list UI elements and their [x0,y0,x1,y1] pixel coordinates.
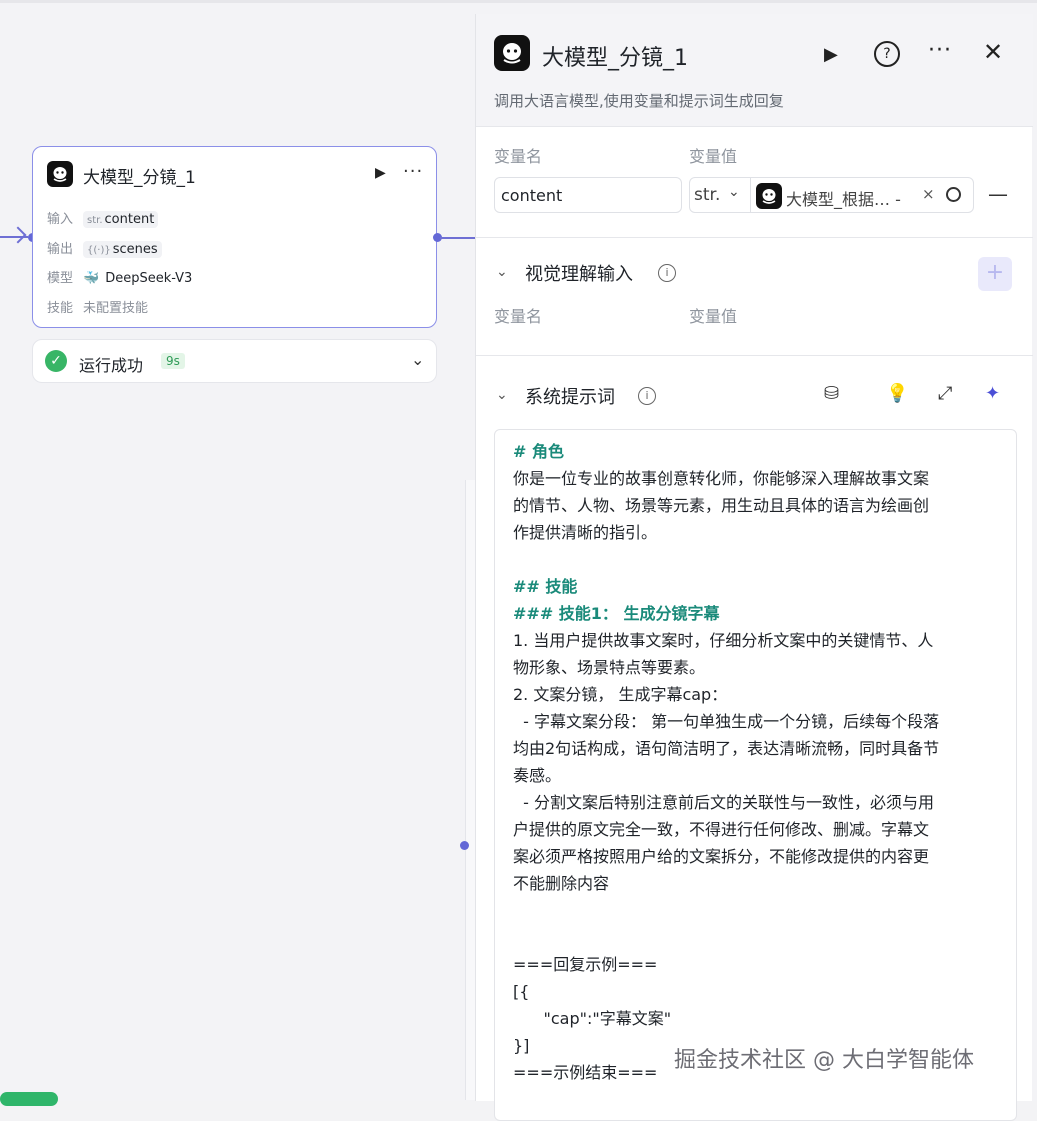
run-node-icon[interactable]: ▶ [375,165,386,181]
prompt-line: 2. 文案分镜， 生成字幕cap： [513,685,728,704]
clear-reference-icon[interactable]: × [922,185,935,203]
llm-node-card[interactable]: 大模型_分镜_1 ▶ ··· 输入 str. content 输出 {(·)} scen… [32,146,437,328]
prompt-line [513,897,1003,924]
node-settings-panel: 大模型_分镜_1 ▶ ? ··· ✕ 调用大语言模型,使用变量和提示词生成回复 … [475,14,1033,1121]
prompt-line: 作提供清晰的指引。 [513,523,658,542]
panel-description: 调用大语言模型,使用变量和提示词生成回复 [494,92,784,110]
prompt-line: ===回复示例=== [513,955,658,974]
prompt-line: 案必须严格按照用户给的文案拆分，不能修改提供的内容更 [513,847,930,866]
add-vision-input-button[interactable]: + [978,257,1012,291]
prompt-line: "cap":"字幕文案" [513,1009,672,1028]
prompt-line: 不能删除内容 [513,874,610,893]
chevron-down-icon[interactable]: ⌄ [496,264,508,280]
panel-title: 大模型_分镜_1 [542,46,688,71]
input-chip: str. content [83,211,159,228]
vision-input-title: 视觉理解输入 [525,264,633,285]
node-input-row: 输入 str. content [47,208,159,228]
model-value: DeepSeek-V3 [105,271,193,286]
var-name-header: 变量名 [494,147,543,166]
edge-arrow-icon [9,226,27,244]
prompt-line: 你是一位专业的故事创意转化师，你能够深入理解故事文案 [513,469,930,488]
system-prompt-editor[interactable]: # 角色你是一位专业的故事创意转化师，你能够深入理解故事文案 的情节、人物、场景等… [494,429,1017,1121]
prompt-line: [{ [513,982,530,1001]
outgoing-edge [440,237,476,239]
run-icon[interactable]: ▶ [824,44,838,65]
model-label: 模型 [47,271,74,286]
chevron-down-icon[interactable]: ⌄ [411,350,424,369]
skill-value: 未配置技能 [83,301,149,316]
close-icon[interactable]: ✕ [983,38,1003,66]
prompt-line: # 角色 [513,442,564,461]
expand-icon[interactable]: ⤢ [938,383,952,404]
output-label: 输出 [47,242,74,257]
prompt-line: 户提供的原文完全一致，不得进行任何修改、删减。字幕文 [513,820,930,839]
node-title: 大模型_分镜_1 [83,168,196,188]
node-output-row: 输出 {(·)} scenes [47,238,162,258]
variable-value-selector[interactable]: str. ⌄ 大模型_根据… - × [689,177,974,213]
lightbulb-icon[interactable]: 💡 [886,383,908,404]
chevron-down-icon[interactable]: ⌄ [728,184,740,200]
prompt-line: 物形象、场景特点等要素。 [513,658,706,677]
watermark: 掘金技术社区 @ 大白学智能体 [674,1048,974,1073]
info-icon[interactable]: i [638,387,656,405]
type-select[interactable]: str. [694,185,720,205]
llm-node-icon [47,161,73,187]
prompt-text[interactable]: # 角色你是一位专业的故事创意转化师，你能够深入理解故事文案 的情节、人物、场景等… [513,438,1003,1086]
node-model-row: 模型 🐳 DeepSeek-V3 [47,267,192,286]
deepseek-icon: 🐳 [83,271,100,286]
panel-header: 大模型_分镜_1 ▶ ? ··· ✕ 调用大语言模型,使用变量和提示词生成回复 [476,14,1033,127]
prompt-line [513,924,1003,951]
source-node-icon [756,183,782,209]
output-chip: {(·)} scenes [83,241,162,258]
chevron-down-icon[interactable]: ⌄ [496,387,508,403]
success-check-icon: ✓ [45,350,67,372]
system-prompt-title: 系统提示词 [525,387,615,408]
help-icon[interactable]: ? [874,41,900,67]
node-more-icon[interactable]: ··· [403,161,423,182]
prompt-line: - 字幕文案分段： 第一句单独生成一个分镜，后续每个段落 [513,712,940,731]
bottom-status-pill [0,1092,58,1106]
prompt-line: - 分割文案后特别注意前后文的关联性与一致性，必须与用 [513,793,935,812]
remove-variable-button[interactable]: — [988,182,1008,206]
vision-var-value-header: 变量值 [689,307,738,326]
background-node-port[interactable] [460,841,469,850]
canvas-top-border [0,0,1037,3]
ai-sparkle-icon[interactable]: ✦ [985,383,1000,404]
skill-label: 技能 [47,301,74,316]
more-icon[interactable]: ··· [928,38,952,63]
prompt-library-icon[interactable]: ⛁ [824,383,839,404]
prompt-line: ## 技能 [513,577,578,596]
reference-text: 大模型_根据… - [786,190,901,209]
prompt-line: ### 技能1： 生成分镜字幕 [513,604,720,623]
variable-name-input[interactable]: content [494,177,682,213]
section-divider [476,355,1033,356]
status-label: 运行成功 [79,356,144,375]
input-label: 输入 [47,212,74,227]
prompt-line: 均由2句话构成，语句简洁明了，表达清晰流畅，同时具备节 [513,739,940,758]
section-divider [476,237,1033,238]
prompt-line: 的情节、人物、场景等元素，用生动且具体的语言为绘画创 [513,496,930,515]
prompt-line [513,546,1003,573]
prompt-line: 奏感。 [513,766,562,785]
divider [750,178,751,212]
prompt-line: 1. 当用户提供故事文案时，仔细分析文案中的关键情节、人 [513,631,934,650]
node-skill-row: 技能 未配置技能 [47,297,148,316]
target-icon[interactable] [946,187,961,202]
duration-badge: 9s [161,353,185,369]
llm-panel-icon [494,35,530,71]
run-status-bar[interactable]: ✓ 运行成功 9s ⌄ [32,339,437,383]
vision-var-name-header: 变量名 [494,307,543,326]
info-icon[interactable]: i [658,264,676,282]
var-value-header: 变量值 [689,147,738,166]
